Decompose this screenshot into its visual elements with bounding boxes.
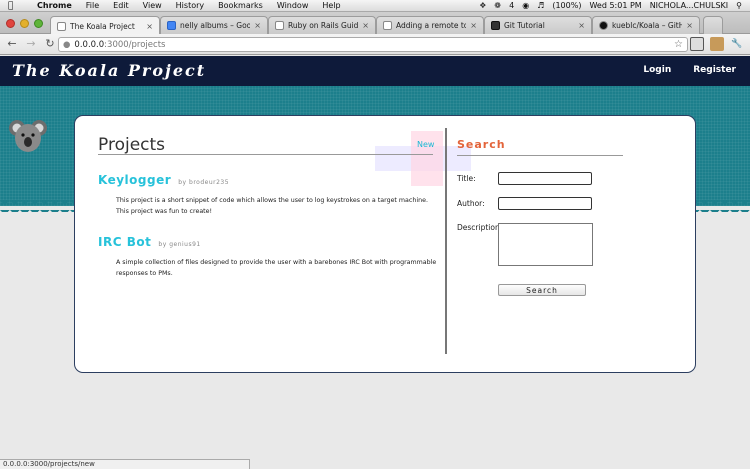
github-icon — [599, 21, 608, 30]
tab-koala-project[interactable]: The Koala Project × — [50, 16, 160, 35]
koala-extension-icon[interactable] — [710, 37, 724, 51]
dropbox-icon[interactable]: ❖ — [479, 1, 486, 10]
google-icon — [167, 21, 176, 30]
menu-chrome[interactable]: Chrome — [30, 0, 79, 12]
register-link[interactable]: Register — [693, 65, 736, 75]
login-link[interactable]: Login — [643, 65, 671, 75]
tab-label: nelly albums – Google Sear — [180, 21, 251, 30]
forward-icon[interactable]: → — [24, 37, 38, 51]
project-author: by brodeur235 — [178, 179, 230, 186]
url-host: 0.0.0.0 — [74, 39, 105, 50]
clock[interactable]: Wed 5:01 PM — [589, 1, 641, 10]
tab-git-tutorial[interactable]: Git Tutorial × — [484, 16, 592, 34]
menu-window[interactable]: Window — [270, 0, 316, 12]
site-header: The Koala Project Login Register — [0, 56, 750, 86]
project-title-link[interactable]: Keylogger — [98, 173, 171, 187]
content-card: Projects New Keylogger by brodeur235 Thi… — [74, 115, 696, 373]
user-name[interactable]: NICHOLA...CHULSKI — [650, 1, 728, 10]
page-icon: ● — [63, 39, 71, 50]
globe-icon — [383, 21, 392, 30]
git-icon — [491, 21, 500, 30]
globe-icon — [275, 21, 284, 30]
site-brand[interactable]: The Koala Project — [12, 61, 206, 80]
window-controls — [6, 19, 43, 28]
project-description: A simple collection of files designed to… — [116, 259, 437, 277]
battery-text: (100%) — [552, 1, 582, 10]
wifi-count: 4 — [509, 1, 515, 10]
title-label: Title: — [457, 174, 476, 183]
project-title-link[interactable]: IRC Bot — [98, 235, 151, 249]
site-nav: Login Register — [643, 65, 736, 75]
title-input[interactable] — [498, 172, 592, 185]
app-menu: Chrome File Edit View History Bookmarks … — [30, 0, 348, 12]
close-tab-icon[interactable]: × — [362, 21, 369, 30]
tab-label: Ruby on Rails Guides: Rails — [288, 21, 359, 30]
tab-label: The Koala Project — [70, 21, 135, 31]
tab-strip: The Koala Project × nelly albums – Googl… — [0, 12, 750, 35]
wrench-icon[interactable]: 🔧 — [730, 37, 744, 51]
volume-icon[interactable]: ♬ — [537, 1, 544, 10]
close-tab-icon[interactable]: × — [578, 21, 585, 30]
koala-logo-icon — [9, 120, 47, 152]
menu-file[interactable]: File — [79, 0, 106, 12]
tab-adding-remote[interactable]: Adding a remote to existing × — [376, 16, 484, 34]
zoom-window-icon[interactable] — [34, 19, 43, 28]
project-item: Keylogger by brodeur235 This project is … — [98, 169, 438, 217]
tab-label: Adding a remote to existing — [396, 21, 466, 30]
browser-toolbar: ← → ↻ ● 0.0.0.0 :3000/projects ☆ 🔧 — [0, 34, 750, 55]
project-author: by genius91 — [158, 241, 201, 248]
new-project-link[interactable]: New — [417, 140, 434, 149]
menu-view[interactable]: View — [136, 0, 169, 12]
address-bar[interactable]: ● 0.0.0.0 :3000/projects ☆ — [58, 37, 688, 52]
description-textarea[interactable] — [498, 223, 593, 266]
menubar-status: ❖ ❁ 4 ◉ ♬ (100%) Wed 5:01 PM NICHOLA...C… — [479, 1, 750, 10]
mac-menubar:  Chrome File Edit View History Bookmark… — [0, 0, 750, 12]
spotlight-icon[interactable]: ⚲ — [736, 1, 742, 10]
close-tab-icon[interactable]: × — [470, 21, 477, 30]
description-label: Description: — [457, 223, 503, 232]
menu-history[interactable]: History — [169, 0, 211, 12]
wifi-icon[interactable]: ◉ — [522, 1, 529, 10]
extension-icon[interactable] — [690, 37, 704, 51]
new-tab-button[interactable] — [703, 16, 723, 34]
close-window-icon[interactable] — [6, 19, 15, 28]
menu-edit[interactable]: Edit — [106, 0, 136, 12]
reload-icon[interactable]: ↻ — [43, 37, 57, 51]
column-divider — [445, 128, 447, 354]
apple-icon[interactable]:  — [8, 0, 20, 12]
bluetooth-icon[interactable]: ❁ — [494, 1, 501, 10]
tab-google-search[interactable]: nelly albums – Google Sear × — [160, 16, 268, 34]
url-path: :3000/projects — [104, 39, 166, 50]
projects-rule — [98, 154, 433, 155]
projects-heading: Projects — [98, 135, 166, 155]
status-bar: 0.0.0.0:3000/projects/new — [0, 459, 250, 469]
close-tab-icon[interactable]: × — [686, 21, 693, 30]
close-tab-icon[interactable]: × — [146, 22, 153, 31]
tab-rails-guides[interactable]: Ruby on Rails Guides: Rails × — [268, 16, 376, 34]
project-item: IRC Bot by genius91 A simple collection … — [98, 231, 438, 279]
menu-help[interactable]: Help — [315, 0, 347, 12]
author-input[interactable] — [498, 197, 592, 210]
star-icon[interactable]: ☆ — [674, 39, 683, 50]
toolbar-extensions: 🔧 — [690, 37, 744, 51]
close-tab-icon[interactable]: × — [254, 21, 261, 30]
tab-github[interactable]: kueblc/Koala – GitHub × — [592, 16, 700, 34]
minimize-window-icon[interactable] — [20, 19, 29, 28]
search-button[interactable]: Search — [498, 284, 586, 296]
menu-bookmarks[interactable]: Bookmarks — [211, 0, 270, 12]
tab-label: kueblc/Koala – GitHub — [612, 21, 682, 30]
author-label: Author: — [457, 199, 485, 208]
project-description: This project is a short snippet of code … — [116, 197, 428, 215]
search-heading: Search — [457, 138, 506, 151]
search-rule — [457, 155, 623, 156]
tab-label: Git Tutorial — [504, 21, 545, 30]
globe-icon — [57, 21, 66, 31]
back-icon[interactable]: ← — [5, 37, 19, 51]
